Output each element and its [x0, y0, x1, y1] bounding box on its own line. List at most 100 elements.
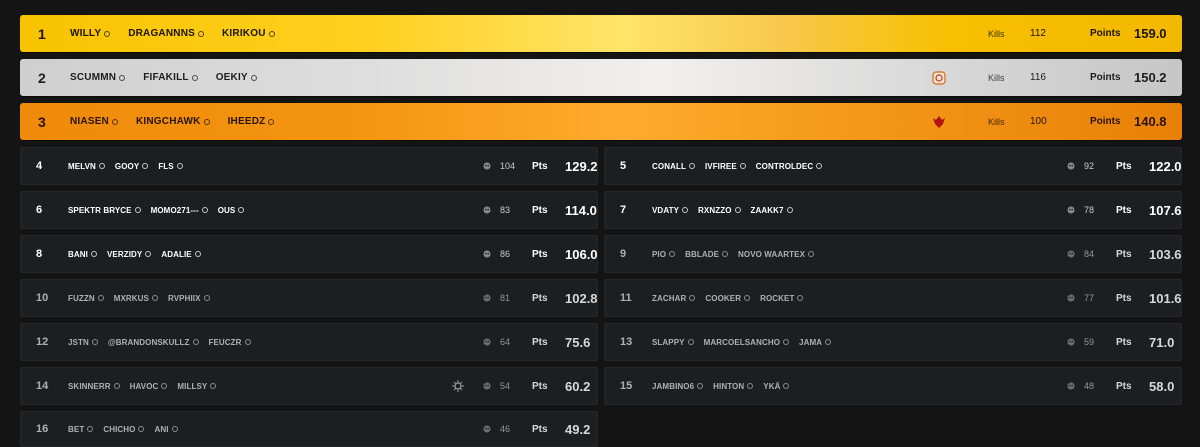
player-status-icon [98, 163, 105, 169]
player[interactable]: MELVN [68, 162, 105, 171]
player[interactable]: JSTN [68, 338, 98, 347]
player[interactable]: RVPHIIX [168, 294, 210, 303]
player[interactable]: SCUMMN [70, 72, 126, 83]
leaderboard-row-1[interactable]: 1 WILLY DRAGANNNS KIRIKOU Kills 112 Poin… [20, 15, 1182, 52]
player-status-icon [687, 339, 694, 345]
player[interactable]: ROCKET [760, 294, 804, 303]
rank: 3 [38, 113, 46, 130]
player[interactable]: SPEKTR BRYCE [68, 206, 141, 215]
player[interactable]: JAMBINO6 [652, 382, 704, 391]
player-status-icon [91, 339, 98, 345]
leaderboard-row-9[interactable]: 9 PIO BBLADE NOVO WAARTEX 84 Pts 103.6 [604, 235, 1182, 273]
team-players: MELVN GOOY FLS [68, 162, 183, 171]
player[interactable]: JAMA [799, 338, 832, 347]
player[interactable]: FLS [158, 162, 183, 171]
player[interactable]: CHICHO [103, 425, 145, 434]
leaderboard-row-10[interactable]: 10 FUZZN MXRKUS RVPHIIX 81 Pts 102.8 [20, 279, 598, 317]
leaderboard-row-12[interactable]: 12 JSTN @BRANDONSKULLZ FEUCZR 64 Pts 75.… [20, 323, 598, 361]
leaderboard-row-15[interactable]: 15 JAMBINO6 HINTON YKÄ 48 Pts 58.0 [604, 367, 1182, 405]
kills-value: 84 [1084, 249, 1095, 259]
kills-value: 86 [500, 249, 511, 259]
player[interactable]: YKÄ [763, 382, 790, 391]
player-status-icon [152, 295, 158, 301]
player[interactable]: FIFAKILL [143, 72, 198, 83]
leaderboard-row-16[interactable]: 16 BET CHICHO ANI 46 Pts 49.2 [20, 411, 598, 447]
player-status-icon [192, 339, 199, 345]
player[interactable]: MILLSY [177, 382, 217, 391]
player[interactable]: ANI [154, 425, 178, 434]
player-status-icon [145, 251, 152, 257]
player[interactable]: DRAGANNNS [128, 28, 204, 39]
player-status-icon [210, 383, 217, 389]
leaderboard-row-8[interactable]: 8 BANI VERZIDY ADALIE 86 Pts 106.0 [20, 235, 598, 273]
kills-value: 116 [1030, 72, 1046, 83]
player[interactable]: CONALL [652, 162, 695, 171]
player[interactable]: VDATY [652, 206, 689, 215]
player[interactable]: MOMO271--- [151, 206, 208, 215]
player[interactable]: ZACHAR [652, 294, 696, 303]
points-label: Pts [532, 248, 548, 260]
player[interactable]: RXNZZO [698, 206, 741, 215]
player[interactable]: VERZIDY [107, 250, 152, 259]
player[interactable]: BANI [68, 250, 97, 259]
kills-value: 78 [1084, 205, 1095, 215]
points-label: Pts [532, 292, 548, 304]
kills-value: 112 [1030, 28, 1046, 39]
leaderboard-row-7[interactable]: 7 VDATY RXNZZO ZAAKK7 78 Pts 107.6 [604, 191, 1182, 229]
leaderboard-row-14[interactable]: 14 SKINNERR HAVOC MILLSY 54 Pts 60.2 [20, 367, 598, 405]
player[interactable]: CONTROLDEC [756, 162, 823, 171]
player[interactable]: HAVOC [130, 382, 168, 391]
player[interactable]: KINGCHAWK [136, 116, 210, 127]
team-players: ZACHAR COOKER ROCKET [652, 294, 804, 303]
leaderboard-row-11[interactable]: 11 ZACHAR COOKER ROCKET 77 Pts 101.6 [604, 279, 1182, 317]
player-status-icon [808, 251, 815, 257]
points-value: 49.2 [565, 421, 591, 437]
leaderboard-row-5[interactable]: 5 CONALL IVFIREE CONTROLDEC 92 Pts 122.0 [604, 147, 1182, 185]
rank: 13 [620, 336, 633, 348]
player[interactable]: GOOY [115, 162, 149, 171]
player[interactable]: NOVO WAARTEX [738, 250, 815, 259]
player-status-icon [682, 207, 689, 213]
player[interactable]: KIRIKOU [222, 28, 275, 39]
player[interactable]: WILLY [70, 28, 111, 39]
player[interactable]: SKINNERR [68, 382, 120, 391]
player[interactable]: @BRANDONSKULLZ [108, 338, 199, 347]
leaderboard-row-3[interactable]: 3 NIASEN KINGCHAWK IHEEDZ Kills 100 Poin… [20, 103, 1182, 140]
player[interactable]: IVFIREE [705, 162, 746, 171]
player[interactable]: SLAPPY [652, 338, 694, 347]
team-players: VDATY RXNZZO ZAAKK7 [652, 206, 793, 215]
points-value: 102.8 [565, 290, 598, 306]
player-status-icon [119, 74, 126, 81]
leaderboard-row-4[interactable]: 4 MELVN GOOY FLS 104 Pts 129.2 [20, 147, 598, 185]
rank: 14 [36, 380, 49, 392]
player[interactable]: BET [68, 425, 94, 434]
player[interactable]: MARCOELSANCHO [704, 338, 790, 347]
rank: 1 [38, 25, 46, 42]
player[interactable]: NIASEN [70, 116, 118, 127]
player[interactable]: OUS [218, 206, 245, 215]
player[interactable]: MXRKUS [114, 294, 158, 303]
points-value: 106.0 [565, 246, 598, 262]
leaderboard-row-6[interactable]: 6 SPEKTR BRYCE MOMO271--- OUS 83 Pts 114… [20, 191, 598, 229]
player-status-icon [113, 383, 120, 389]
team-players: NIASEN KINGCHAWK IHEEDZ [70, 116, 275, 127]
team-players: BET CHICHO ANI [68, 425, 178, 434]
player-status-icon [176, 163, 183, 169]
leaderboard-row-2[interactable]: 2 SCUMMN FIFAKILL OEKIY Kills 116 Points… [20, 59, 1182, 96]
player[interactable]: BBLADE [685, 250, 729, 259]
points-value: 122.0 [1149, 158, 1182, 174]
team-players: SCUMMN FIFAKILL OEKIY [70, 72, 257, 83]
team-players: CONALL IVFIREE CONTROLDEC [652, 162, 823, 171]
player[interactable]: FUZZN [68, 294, 104, 303]
leaderboard-row-13[interactable]: 13 SLAPPY MARCOELSANCHO JAMA 59 Pts 71.0 [604, 323, 1182, 361]
points-value: 107.6 [1149, 202, 1182, 218]
player[interactable]: OEKIY [216, 72, 257, 83]
player[interactable]: ZAAKK7 [751, 206, 793, 215]
player[interactable]: ADALIE [161, 250, 201, 259]
player[interactable]: HINTON [713, 382, 754, 391]
player[interactable]: COOKER [705, 294, 751, 303]
player[interactable]: IHEEDZ [228, 116, 275, 127]
player[interactable]: FEUCZR [209, 338, 251, 347]
player-status-icon [191, 74, 198, 81]
player[interactable]: PIO [652, 250, 676, 259]
